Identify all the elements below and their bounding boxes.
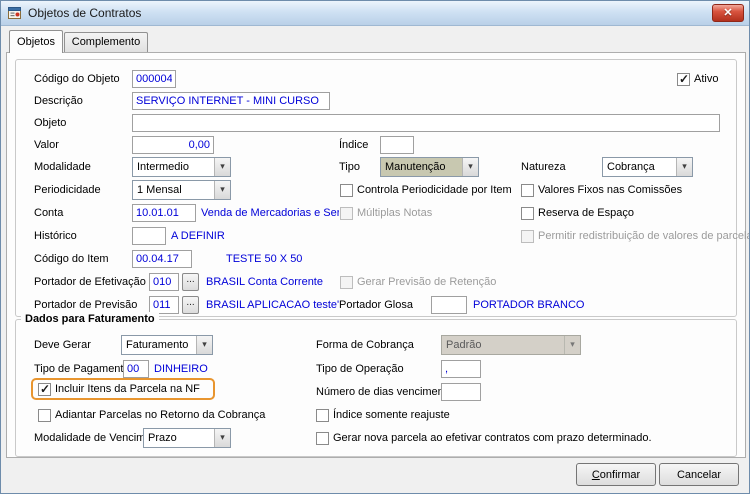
tab-complemento[interactable]: Complemento <box>64 32 148 53</box>
chevron-down-icon: ▾ <box>214 158 230 176</box>
tipo-operacao-label: Tipo de Operação <box>316 363 404 375</box>
periodicidade-combo-value: 1 Mensal <box>137 184 182 196</box>
tipo-pagamento-label: Tipo de Pagamento <box>34 363 130 375</box>
descricao-label: Descrição <box>34 95 83 107</box>
numero-dias-input[interactable] <box>441 383 481 401</box>
multiplas-notas-checkbox: Múltiplas Notas <box>340 203 432 223</box>
objeto-input[interactable] <box>132 114 720 132</box>
portador-efetivacao-description: BRASIL Conta Corrente <box>206 276 323 288</box>
gerar-previsao-checkbox: Gerar Previsão de Retenção <box>340 272 496 292</box>
dialog-window: Objetos de Contratos ✕ Objetos Complemen… <box>0 0 750 494</box>
codigo-item-input[interactable] <box>132 250 192 268</box>
natureza-label: Natureza <box>521 161 566 173</box>
portador-glosa-label: Portador Glosa <box>339 299 413 311</box>
title-bar: Objetos de Contratos ✕ <box>1 1 749 26</box>
ativo-checkbox-label: Ativo <box>694 73 719 85</box>
portador-previsao-browse-button[interactable]: ... <box>182 296 199 314</box>
forma-cobranca-combo: Padrão ▾ <box>441 335 581 355</box>
periodicidade-label: Periodicidade <box>34 184 101 196</box>
close-icon: ✕ <box>723 7 733 19</box>
valor-label: Valor <box>34 139 59 151</box>
objeto-label: Objeto <box>34 117 67 129</box>
modalidade-label: Modalidade <box>34 161 91 173</box>
tipo-pagamento-input[interactable] <box>123 360 149 378</box>
faturamento-group-title: Dados para Faturamento <box>21 312 159 326</box>
valor-input[interactable] <box>132 136 214 154</box>
incluir-itens-checkbox[interactable]: Incluir Itens da Parcela na NF <box>38 379 200 399</box>
forma-cobranca-label: Forma de Cobrança <box>316 339 414 351</box>
tab-objetos[interactable]: Objetos <box>9 30 63 53</box>
ativo-checkbox-box <box>677 72 690 86</box>
controla-periodicidade-checkbox[interactable]: Controla Periodicidade por Item <box>340 180 512 200</box>
forma-cobranca-combo-value: Padrão <box>446 339 482 351</box>
modalidade-combo[interactable]: Intermedio ▾ <box>132 157 231 177</box>
deve-gerar-label: Deve Gerar <box>34 339 91 351</box>
portador-efetivacao-browse-button[interactable]: ... <box>182 273 199 291</box>
portador-glosa-description: PORTADOR BRANCO <box>473 299 585 311</box>
modalidade-vencimento-combo[interactable]: Prazo ▾ <box>143 428 231 448</box>
window-title: Objetos de Contratos <box>28 6 142 20</box>
codigo-item-label: Código do Item <box>34 253 109 265</box>
tipo-operacao-input[interactable] <box>441 360 481 378</box>
historico-label: Histórico <box>34 230 77 242</box>
codigo-objeto-label: Código do Objeto <box>34 73 120 85</box>
codigo-objeto-input[interactable] <box>132 70 176 88</box>
deve-gerar-combo[interactable]: Faturamento ▾ <box>121 335 213 355</box>
valores-fixos-checkbox[interactable]: Valores Fixos nas Comissões <box>521 180 682 200</box>
portador-glosa-input[interactable] <box>431 296 467 314</box>
portador-efetivacao-label: Portador de Efetivação <box>34 276 146 288</box>
periodicidade-combo[interactable]: 1 Mensal ▾ <box>132 180 231 200</box>
modalidade-vencimento-combo-value: Prazo <box>148 432 177 444</box>
natureza-combo[interactable]: Cobrança ▾ <box>602 157 693 177</box>
reserva-espaco-checkbox[interactable]: Reserva de Espaço <box>521 203 634 223</box>
chevron-down-icon: ▾ <box>214 181 230 199</box>
tipo-combo[interactable]: Manutenção ▾ <box>380 157 479 177</box>
portador-previsao-description: BRASIL APLICACAO teste' <box>206 299 340 311</box>
tipo-label: Tipo <box>339 161 360 173</box>
deve-gerar-combo-value: Faturamento <box>126 339 189 351</box>
cancelar-button[interactable]: Cancelar <box>659 463 739 486</box>
tipo-combo-value: Manutenção <box>385 161 446 173</box>
adiantar-parcelas-checkbox[interactable]: Adiantar Parcelas no Retorno da Cobrança <box>38 405 265 425</box>
descricao-input[interactable] <box>132 92 330 110</box>
indice-input[interactable] <box>380 136 414 154</box>
confirmar-button[interactable]: Confirmar <box>576 463 656 486</box>
codigo-item-description: TESTE 50 X 50 <box>226 253 303 265</box>
historico-description: A DEFINIR <box>171 230 225 242</box>
portador-efetivacao-input[interactable] <box>149 273 179 291</box>
chevron-down-icon: ▾ <box>462 158 478 176</box>
conta-input[interactable] <box>132 204 196 222</box>
chevron-down-icon: ▾ <box>196 336 212 354</box>
permitir-redistribuicao-checkbox: Permitir redistribuição de valores de pa… <box>521 226 749 246</box>
chevron-down-icon: ▾ <box>564 336 580 354</box>
chevron-down-icon: ▾ <box>676 158 692 176</box>
indice-label: Índice <box>339 139 369 151</box>
indice-reajuste-checkbox[interactable]: Índice somente reajuste <box>316 405 450 425</box>
conta-label: Conta <box>34 207 64 219</box>
gerar-nova-parcela-checkbox[interactable]: Gerar nova parcela ao efetivar contratos… <box>316 428 652 448</box>
natureza-combo-value: Cobrança <box>607 161 655 173</box>
modalidade-combo-value: Intermedio <box>137 161 189 173</box>
chevron-down-icon: ▾ <box>214 429 230 447</box>
conta-description: Venda de Mercadorias e Servicos Tes <box>201 207 339 219</box>
tipo-pagamento-description: DINHEIRO <box>154 363 208 375</box>
app-icon <box>7 5 23 21</box>
ativo-checkbox[interactable]: Ativo <box>677 69 718 89</box>
numero-dias-label: Número de dias vencimento <box>316 386 453 398</box>
close-button[interactable]: ✕ <box>712 4 744 22</box>
historico-input[interactable] <box>132 227 166 245</box>
